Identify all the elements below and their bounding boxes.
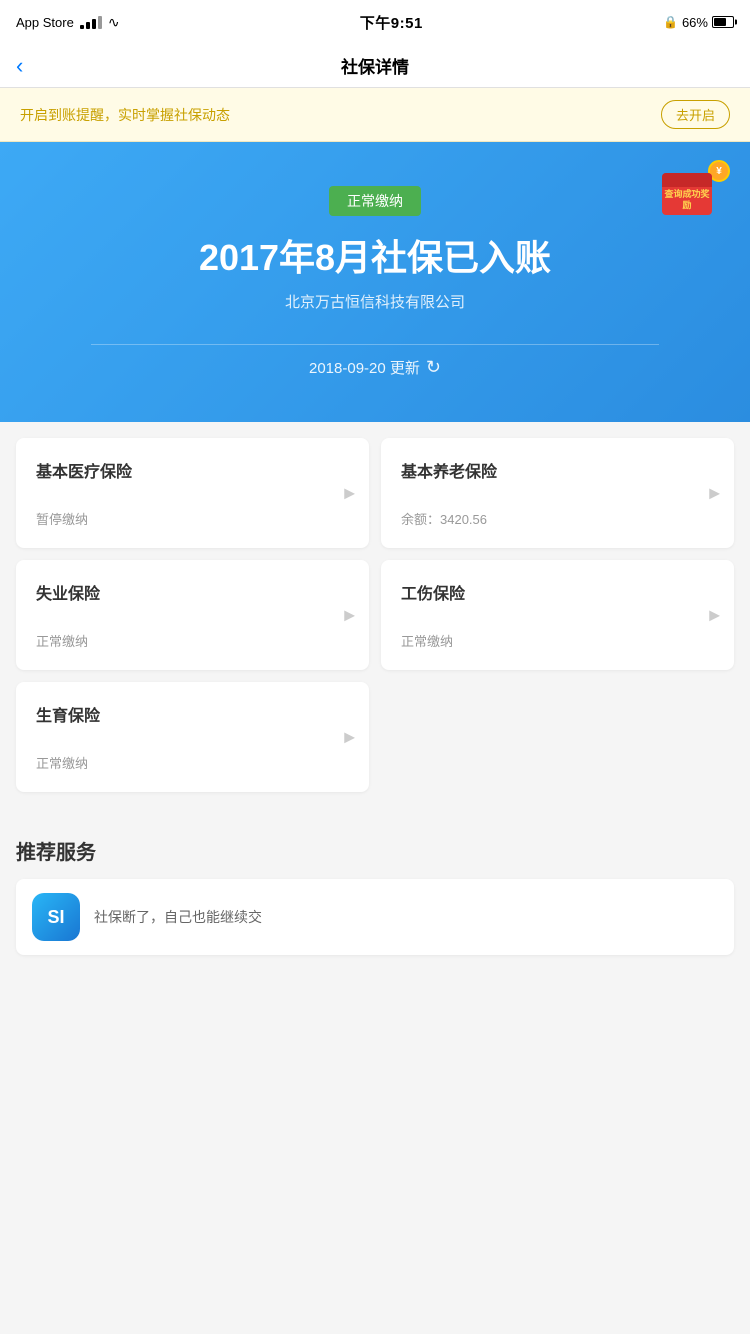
reward-text: 查询成功奖励 xyxy=(662,189,712,211)
hero-section: ¥ 查询成功奖励 正常缴纳 2017年8月社保已入账 北京万古恒信科技有限公司 … xyxy=(0,142,750,422)
recommend-item-icon: SI xyxy=(32,893,80,941)
signal-bars-icon xyxy=(80,16,102,29)
battery-fill xyxy=(714,18,726,26)
maternity-insurance-card[interactable]: 生育保险 正常缴纳 ▶ xyxy=(16,682,369,792)
maternity-insurance-title: 生育保险 xyxy=(36,702,353,726)
app-store-label: App Store xyxy=(16,15,74,30)
refresh-icon[interactable]: ↻ xyxy=(426,357,441,378)
unemployment-insurance-card[interactable]: 失业保险 正常缴纳 ▶ xyxy=(16,560,369,670)
back-button[interactable]: ‹ xyxy=(16,53,23,79)
chevron-right-icon: ▶ xyxy=(709,485,720,502)
hero-title: 2017年8月社保已入账 xyxy=(199,236,551,279)
recommend-item[interactable]: SI 社保断了，自己也能继续交 xyxy=(16,879,734,955)
chevron-right-icon: ▶ xyxy=(344,485,355,502)
chevron-right-icon: ▶ xyxy=(344,607,355,624)
medical-insurance-card[interactable]: 基本医疗保险 暂停缴纳 ▶ xyxy=(16,438,369,548)
medical-insurance-title: 基本医疗保险 xyxy=(36,458,353,482)
insurance-cards-section: 基本医疗保险 暂停缴纳 ▶ 基本养老保险 余额：3420.56 ▶ 失业保险 正… xyxy=(0,422,750,820)
recommend-section: 推荐服务 SI 社保断了，自己也能继续交 xyxy=(0,820,750,963)
payment-status-badge: 正常缴纳 xyxy=(329,186,421,216)
status-time: 下午9:51 xyxy=(360,12,423,33)
lock-icon: 🔒 xyxy=(663,15,678,29)
pension-insurance-status: 余额：3420.56 xyxy=(401,509,718,528)
battery-icon xyxy=(712,16,734,28)
hero-update: 2018-09-20 更新 ↻ xyxy=(309,357,441,378)
unemployment-insurance-title: 失业保险 xyxy=(36,580,353,604)
banner-text: 开启到账提醒，实时掌握社保动态 xyxy=(20,105,230,125)
workinjury-insurance-status: 正常缴纳 xyxy=(401,631,718,650)
maternity-row: 生育保险 正常缴纳 ▶ xyxy=(16,682,734,792)
recommend-section-title: 推荐服务 xyxy=(16,836,734,865)
wifi-icon: ∿ xyxy=(108,14,120,31)
recommend-item-text: 社保断了，自己也能继续交 xyxy=(94,907,262,927)
pension-insurance-title: 基本养老保险 xyxy=(401,458,718,482)
hero-company: 北京万古恒信科技有限公司 xyxy=(285,291,465,312)
nav-bar: ‹ 社保详情 xyxy=(0,44,750,88)
medical-insurance-status: 暂停缴纳 xyxy=(36,509,353,528)
chevron-right-icon: ▶ xyxy=(709,607,720,624)
battery-percent: 66% xyxy=(682,15,708,30)
enable-reminder-button[interactable]: 去开启 xyxy=(661,100,730,129)
status-right: 🔒 66% xyxy=(663,15,734,30)
workinjury-insurance-title: 工伤保险 xyxy=(401,580,718,604)
page-title: 社保详情 xyxy=(341,53,409,78)
chevron-right-icon: ▶ xyxy=(344,729,355,746)
status-left: App Store ∿ xyxy=(16,14,120,31)
maternity-insurance-status: 正常缴纳 xyxy=(36,753,353,772)
status-bar: App Store ∿ 下午9:51 🔒 66% xyxy=(0,0,750,44)
update-date-text: 2018-09-20 更新 xyxy=(309,357,420,378)
pension-insurance-card[interactable]: 基本养老保险 余额：3420.56 ▶ xyxy=(381,438,734,548)
red-envelope-icon: 查询成功奖励 xyxy=(662,173,712,215)
notification-banner: 开启到账提醒，实时掌握社保动态 去开启 xyxy=(0,88,750,142)
reward-badge[interactable]: ¥ 查询成功奖励 xyxy=(654,158,734,238)
hero-divider xyxy=(91,344,659,345)
insurance-cards-grid: 基本医疗保险 暂停缴纳 ▶ 基本养老保险 余额：3420.56 ▶ 失业保险 正… xyxy=(16,438,734,670)
unemployment-insurance-status: 正常缴纳 xyxy=(36,631,353,650)
workinjury-insurance-card[interactable]: 工伤保险 正常缴纳 ▶ xyxy=(381,560,734,670)
